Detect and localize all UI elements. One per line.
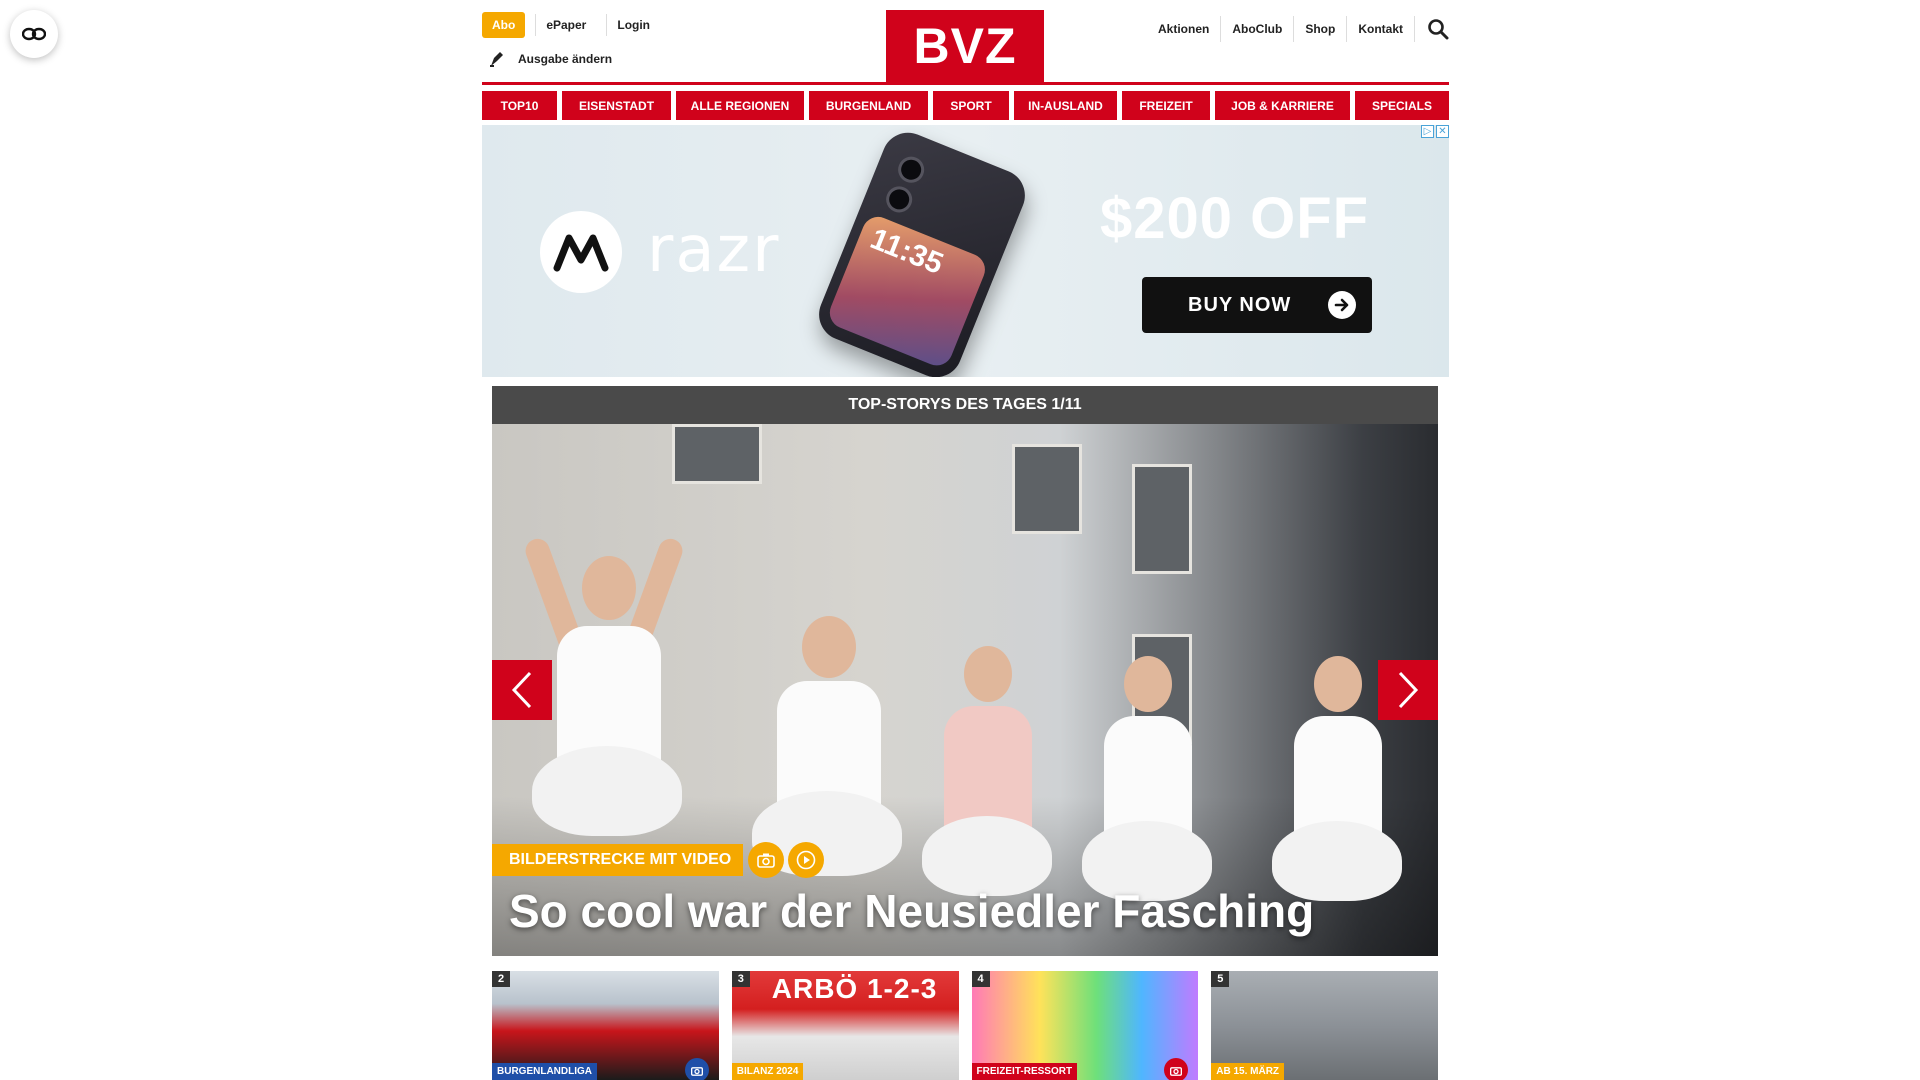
teaser-label: BILANZ 2024 bbox=[731, 1063, 804, 1080]
advertisement-banner[interactable]: ▷ ✕ razr 11:35 $200 OFF BUY NOW bbox=[482, 125, 1449, 377]
edition-switch[interactable]: Ausgabe ändern bbox=[488, 50, 612, 68]
teaser-card[interactable]: 5 AB 15. MÄRZ bbox=[1211, 971, 1438, 1080]
nav-item-burgenland[interactable]: BURGENLAND bbox=[809, 91, 928, 120]
edition-label: Ausgabe ändern bbox=[518, 52, 613, 66]
top-stories: TOP-STORYS DES TAGES 1/11 BILDERSTRECKE … bbox=[492, 386, 1438, 956]
teaser-label: FREIZEIT-RESSORT bbox=[971, 1063, 1078, 1080]
ad-brand: razr bbox=[647, 213, 781, 287]
aktionen-link[interactable]: Aktionen bbox=[1147, 16, 1222, 42]
ad-choices[interactable]: ▷ ✕ bbox=[1421, 125, 1449, 138]
window-shape bbox=[1012, 444, 1082, 534]
teaser-number: 2 bbox=[492, 971, 511, 987]
camera-icon bbox=[684, 1058, 709, 1080]
top-stories-title: TOP-STORYS DES TAGES 1/11 bbox=[492, 386, 1438, 424]
teaser-number: 4 bbox=[971, 971, 990, 987]
shop-link[interactable]: Shop bbox=[1294, 16, 1348, 42]
aboclub-link[interactable]: AboClub bbox=[1221, 16, 1295, 42]
top-right-links: Aktionen AboClub Shop Kontakt bbox=[1147, 16, 1449, 42]
play-icon bbox=[788, 842, 824, 878]
teaser-card[interactable]: ARBÖ 1-2-3 3 BILANZ 2024 bbox=[731, 971, 959, 1080]
nav-item-sport[interactable]: SPORT bbox=[933, 91, 1009, 120]
kontakt-link[interactable]: Kontakt bbox=[1347, 16, 1415, 42]
adchoices-icon[interactable]: ▷ bbox=[1421, 125, 1434, 138]
site-logo[interactable]: BVZ bbox=[886, 10, 1044, 82]
hero-tag: BILDERSTRECKE MIT VIDEO bbox=[492, 844, 744, 876]
accessibility-icon bbox=[22, 27, 46, 41]
window-shape bbox=[672, 424, 762, 484]
teaser-card[interactable]: 2 BURGENLANDLIGA bbox=[492, 971, 719, 1080]
window-shape bbox=[1132, 464, 1192, 574]
teaser-number: 5 bbox=[1211, 971, 1230, 987]
buy-now-label: BUY NOW bbox=[1188, 293, 1292, 316]
camera-lens-icon bbox=[894, 152, 929, 187]
chevron-left-icon bbox=[511, 671, 532, 709]
close-icon[interactable]: ✕ bbox=[1436, 125, 1449, 138]
site-header: Abo ePaper Login Ausgabe ändern BVZ Akti… bbox=[482, 0, 1449, 86]
motorola-logo-icon bbox=[540, 211, 622, 293]
teaser-brand-text: ARBÖ 1-2-3 bbox=[771, 973, 938, 1004]
abo-button[interactable]: Abo bbox=[482, 12, 526, 38]
login-link[interactable]: Login bbox=[606, 14, 660, 36]
accessibility-button[interactable] bbox=[10, 10, 58, 58]
buy-now-button[interactable]: BUY NOW bbox=[1142, 277, 1372, 333]
teaser-number: 3 bbox=[731, 971, 750, 987]
top-left-links: Abo ePaper Login bbox=[482, 12, 660, 38]
hero-headline[interactable]: So cool war der Neusiedler Fasching bbox=[509, 884, 1314, 938]
nav-item-freizeit[interactable]: FREIZEIT bbox=[1122, 91, 1210, 120]
camera-icon bbox=[1164, 1058, 1189, 1080]
phone-image: 11:35 bbox=[811, 125, 1033, 377]
nav-item-top10[interactable]: TOP10 bbox=[482, 91, 557, 120]
search-icon[interactable] bbox=[1427, 18, 1449, 40]
teaser-row: 2 BURGENLANDLIGA ARBÖ 1-2-3 3 BILANZ 202… bbox=[492, 971, 1438, 1080]
camera-icon bbox=[748, 842, 784, 878]
page: Abo ePaper Login Ausgabe ändern BVZ Akti… bbox=[0, 0, 1920, 1080]
arrow-right-icon bbox=[1328, 291, 1356, 319]
slider-prev-button[interactable] bbox=[492, 660, 552, 720]
nav-item-specials[interactable]: SPECIALS bbox=[1355, 91, 1449, 120]
hero-story[interactable]: BILDERSTRECKE MIT VIDEO So cool war der … bbox=[492, 424, 1438, 956]
hero-media-icons bbox=[748, 842, 824, 878]
nav-item-in-ausland[interactable]: IN-AUSLAND bbox=[1014, 91, 1117, 120]
header-divider bbox=[482, 82, 1449, 85]
teaser-label: BURGENLANDLIGA bbox=[492, 1063, 597, 1080]
epaper-link[interactable]: ePaper bbox=[535, 14, 596, 36]
pen-icon bbox=[490, 52, 503, 67]
camera-lens-icon bbox=[882, 182, 917, 217]
main-nav: TOP10 EISENSTADT ALLE REGIONEN BURGENLAN… bbox=[482, 91, 1449, 121]
slider-next-button[interactable] bbox=[1378, 660, 1438, 720]
teaser-card[interactable]: 4 FREIZEIT-RESSORT bbox=[971, 971, 1199, 1080]
nav-item-alle-regionen[interactable]: ALLE REGIONEN bbox=[676, 91, 804, 120]
ad-offer: $200 OFF bbox=[1100, 186, 1370, 251]
chevron-right-icon bbox=[1398, 671, 1419, 709]
nav-item-job-karriere[interactable]: JOB & KARRIERE bbox=[1215, 91, 1350, 120]
teaser-label: AB 15. MÄRZ bbox=[1211, 1063, 1285, 1080]
nav-item-eisenstadt[interactable]: EISENSTADT bbox=[562, 91, 671, 120]
